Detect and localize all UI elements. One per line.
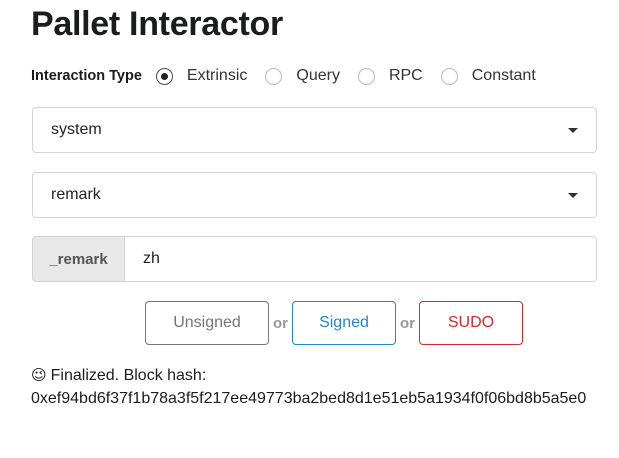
radio-rpc[interactable]	[357, 67, 375, 85]
submit-button-group: Unsigned or Signed or SUDO	[145, 301, 523, 345]
param-remark-label: _remark	[32, 236, 124, 282]
page-title: Pallet Interactor	[31, 5, 283, 43]
pallet-interactor-page: Pallet Interactor Interaction Type Extri…	[0, 0, 619, 458]
caret-down-icon	[568, 127, 578, 133]
unsigned-button[interactable]: Unsigned	[145, 301, 269, 345]
pallet-dropdown[interactable]: system	[32, 107, 597, 153]
caret-down-icon	[568, 192, 578, 198]
pallet-dropdown-value: system	[51, 121, 102, 138]
radio-extrinsic-label[interactable]: Extrinsic	[187, 67, 247, 85]
or-divider: or	[273, 314, 288, 332]
interaction-type-group: Interaction Type Extrinsic Query RPC Con…	[31, 64, 554, 88]
sudo-button[interactable]: SUDO	[419, 301, 523, 345]
radio-option-rpc[interactable]: RPC	[357, 67, 423, 85]
radio-query[interactable]	[265, 67, 283, 85]
status-text: Finalized. Block hash:	[50, 367, 207, 384]
radio-option-constant[interactable]: Constant	[440, 67, 536, 85]
radio-option-query[interactable]: Query	[265, 67, 340, 85]
param-remark-input[interactable]	[124, 236, 597, 282]
callable-dropdown[interactable]: remark	[32, 172, 597, 218]
interaction-type-label: Interaction Type	[31, 68, 142, 84]
winking-face-icon: 😉	[31, 367, 47, 384]
radio-rpc-label[interactable]: RPC	[389, 67, 423, 85]
callable-dropdown-value: remark	[51, 186, 101, 203]
tx-status: 😉 Finalized. Block hash: 0xef94bd6f37f1b7…	[31, 364, 603, 410]
param-remark-field: _remark	[32, 236, 597, 282]
radio-option-extrinsic[interactable]: Extrinsic	[155, 67, 247, 85]
radio-constant-label[interactable]: Constant	[472, 67, 536, 85]
radio-extrinsic[interactable]	[155, 67, 173, 85]
radio-query-label[interactable]: Query	[296, 67, 340, 85]
radio-constant[interactable]	[440, 67, 458, 85]
signed-button[interactable]: Signed	[292, 301, 396, 345]
or-divider: or	[400, 314, 415, 332]
block-hash: 0xef94bd6f37f1b78a3f5f217ee49773ba2bed8d…	[31, 390, 587, 407]
